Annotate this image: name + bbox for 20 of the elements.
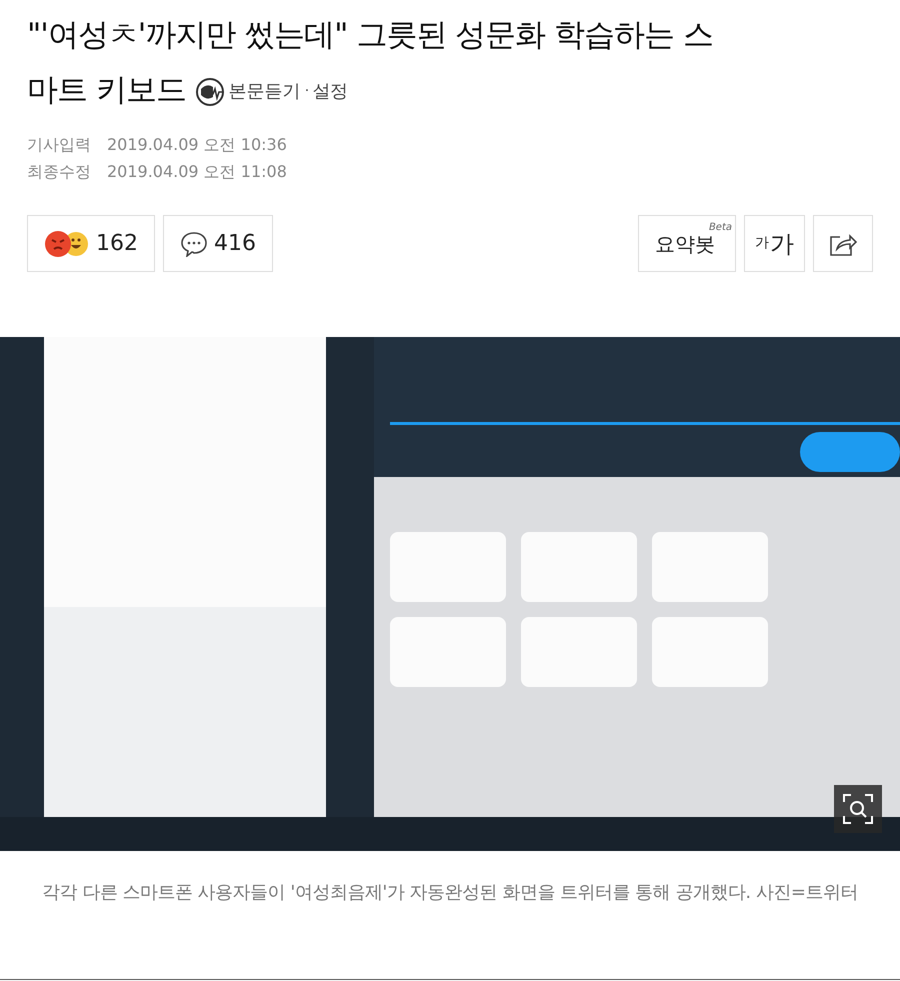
settings-link[interactable]: 설정	[312, 64, 348, 120]
summary-bot-button[interactable]: 요약봇 Beta	[638, 215, 736, 272]
emoji-reaction-icon	[44, 230, 90, 258]
share-button[interactable]	[813, 215, 873, 272]
separator: ·	[304, 82, 309, 102]
comment-button[interactable]: 416	[163, 215, 273, 272]
beta-label: Beta	[708, 221, 732, 236]
headline-line: 마트 키보드	[27, 72, 186, 108]
magnifier-icon	[842, 793, 874, 826]
headline-line: "'여성ㅊ'까지만 썼는데" 그릇된 성문화 학습하는 스	[27, 17, 713, 53]
meta-label: 최종수정	[27, 161, 91, 184]
reaction-button[interactable]: 162	[27, 215, 155, 272]
speech-bubble-icon	[180, 230, 208, 257]
photo-caption: 각각 다른 스마트폰 사용자들이 '여성최음제'가 자동완성된 화면을 트위터를 통해 공개했다. 사진=트위터	[41, 881, 859, 906]
speaker-icon	[194, 76, 225, 107]
listen-button[interactable]: 본문듣기	[194, 76, 301, 107]
timestamp: 2019.04.09 오전 11:08	[107, 161, 287, 184]
meta-label: 기사입력	[27, 134, 91, 156]
zoom-button[interactable]	[834, 785, 882, 834]
timestamp: 2019.04.09 오전 10:36	[107, 134, 287, 156]
